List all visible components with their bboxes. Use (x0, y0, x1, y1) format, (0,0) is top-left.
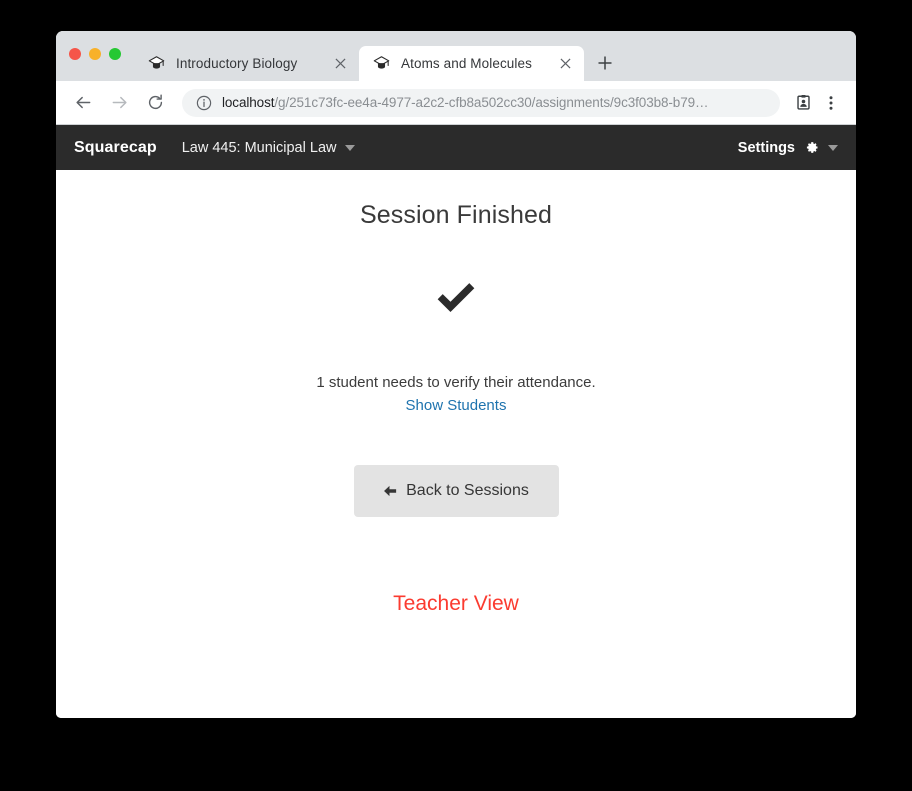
graduation-cap-icon (373, 56, 390, 69)
show-students-link[interactable]: Show Students (406, 397, 507, 414)
browser-toolbar: localhost/g/251c73fc-ee4a-4977-a2c2-cfb8… (56, 81, 856, 125)
back-button-row: Back to Sessions (56, 415, 856, 517)
settings-menu[interactable]: Settings (738, 140, 838, 156)
tab-close-button[interactable] (556, 55, 574, 73)
teacher-view-link[interactable]: Teacher View (393, 592, 519, 616)
browser-back-button[interactable] (68, 88, 98, 118)
arrow-left-icon (75, 96, 90, 109)
close-icon (559, 58, 571, 69)
arrow-right-icon (112, 96, 127, 109)
tab-close-button[interactable] (331, 55, 349, 73)
browser-reload-button[interactable] (140, 88, 170, 118)
tab-title: Atoms and Molecules (401, 56, 532, 71)
app-brand-squarecap[interactable]: Squarecap (74, 139, 157, 157)
back-to-sessions-button[interactable]: Back to Sessions (353, 465, 559, 517)
browser-tab-introductory-biology[interactable]: Introductory Biology (134, 46, 359, 81)
settings-label: Settings (737, 139, 795, 156)
address-bar-url: localhost/g/251c73fc-ee4a-4977-a2c2-cfb8… (222, 95, 708, 110)
clipboard-badge-button[interactable] (790, 90, 816, 116)
app-header: Squarecap Law 445: Municipal Law Setting… (56, 125, 856, 170)
browser-forward-button[interactable] (104, 88, 134, 118)
info-circle-icon[interactable] (196, 95, 212, 111)
window-close-button[interactable] (69, 48, 81, 60)
back-to-sessions-label: Back to Sessions (406, 482, 529, 499)
success-indicator (56, 266, 856, 326)
chevron-down-icon (828, 144, 838, 151)
address-bar[interactable]: localhost/g/251c73fc-ee4a-4977-a2c2-cfb8… (182, 88, 780, 117)
session-finished-page: Session Finished 1 student needs to veri… (56, 170, 856, 718)
url-path: /g/251c73fc-ee4a-4977-a2c2-cfb8a502cc30/… (274, 95, 709, 110)
browser-tabstrip: Introductory Biology Atoms and Molecules (56, 31, 856, 81)
course-selector-label: Law 445: Municipal Law (181, 139, 337, 156)
window-traffic-lights (69, 48, 121, 60)
clipboard-icon (796, 94, 810, 110)
url-host: localhost (222, 95, 275, 110)
gear-icon (806, 142, 818, 153)
teacher-view-row: Teacher View (56, 517, 856, 616)
three-dots-vertical-icon (829, 95, 833, 110)
attendance-status-text: 1 student needs to verify their attendan… (316, 374, 596, 391)
arrow-left-icon (384, 485, 397, 497)
window-minimize-button[interactable] (89, 48, 101, 60)
close-icon (334, 58, 346, 69)
plus-icon (598, 56, 612, 70)
page-title: Session Finished (360, 201, 552, 229)
chevron-down-icon (345, 144, 356, 151)
browser-menu-button[interactable] (818, 90, 844, 116)
graduation-cap-icon (148, 56, 165, 69)
tab-title: Introductory Biology (176, 56, 298, 71)
tab-list: Introductory Biology Atoms and Molecules (134, 31, 622, 81)
window-maximize-button[interactable] (109, 48, 121, 60)
browser-window: Introductory Biology Atoms and Molecules (56, 31, 856, 718)
new-tab-button[interactable] (588, 46, 622, 80)
checkmark-icon (437, 283, 475, 313)
course-selector[interactable]: Law 445: Municipal Law (182, 140, 356, 156)
browser-tab-atoms-and-molecules[interactable]: Atoms and Molecules (359, 46, 584, 81)
reload-icon (148, 94, 162, 110)
show-students-row: Show Students (56, 391, 856, 415)
